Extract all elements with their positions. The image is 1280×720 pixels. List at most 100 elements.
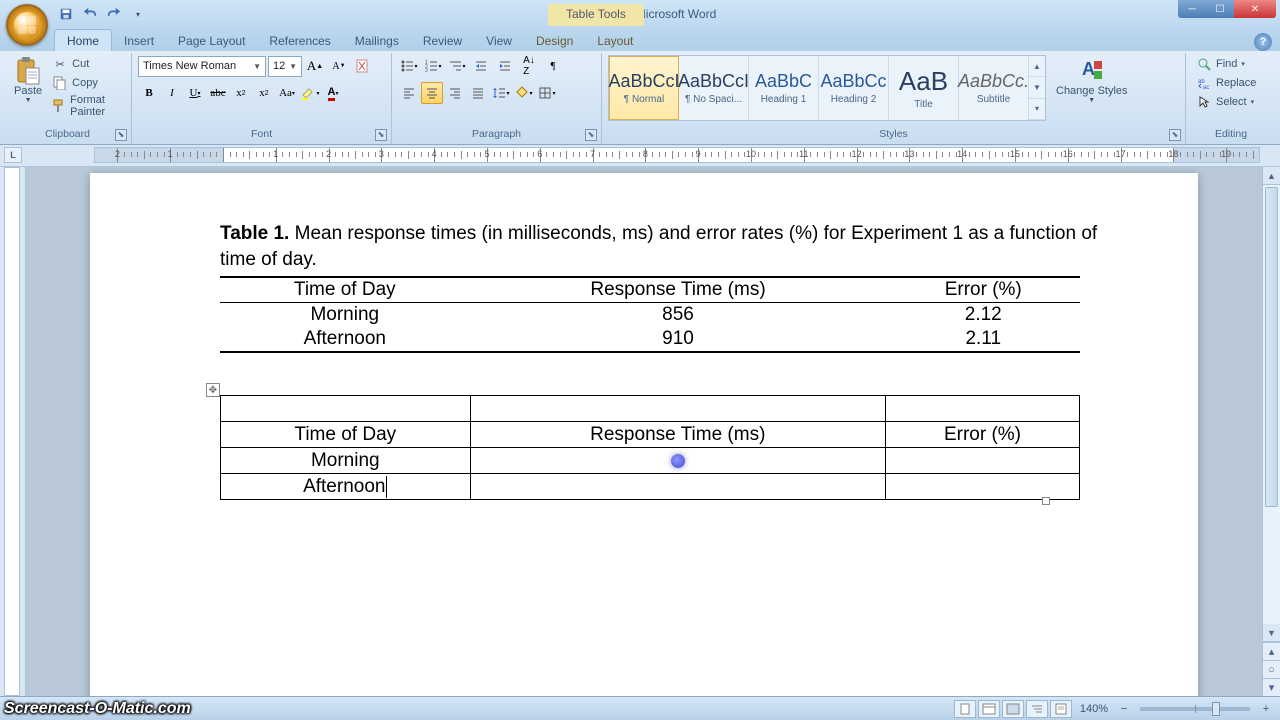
qat-more-icon[interactable]: ▾ (128, 4, 148, 24)
tab-design[interactable]: Design (524, 30, 585, 51)
t1-header[interactable]: Response Time (ms) (470, 277, 887, 303)
draft-view[interactable] (1050, 700, 1072, 718)
format-painter-button[interactable]: Format Painter (48, 93, 125, 119)
paragraph-label: Paragraph (472, 128, 521, 140)
horizontal-ruler[interactable]: L 2112345678910111213141516171819 (0, 145, 1280, 167)
save-icon[interactable] (56, 4, 76, 24)
tab-view[interactable]: View (474, 30, 524, 51)
select-button[interactable]: Select ▾ (1192, 93, 1260, 111)
tab-page-layout[interactable]: Page Layout (166, 30, 257, 51)
font-name-combo[interactable]: Times New Roman▼ (138, 56, 266, 77)
t1-header[interactable]: Time of Day (220, 277, 470, 303)
close-button[interactable]: ✕ (1234, 0, 1276, 18)
zoom-in-button[interactable]: + (1258, 703, 1274, 715)
t1-header[interactable]: Error (%) (886, 277, 1080, 303)
shrink-font-button[interactable]: A▼ (328, 55, 350, 77)
tab-insert[interactable]: Insert (112, 30, 166, 51)
decrease-indent-button[interactable] (470, 55, 492, 77)
line-spacing-button[interactable]: ▾ (490, 82, 512, 104)
next-page-button[interactable]: ▾ (1263, 678, 1280, 696)
maximize-button[interactable]: ☐ (1206, 0, 1234, 18)
redo-icon[interactable] (104, 4, 124, 24)
vertical-ruler[interactable] (0, 167, 26, 696)
style-normal[interactable]: AaBbCcI¶ Normal (609, 56, 679, 120)
numbering-button[interactable]: 123▾ (422, 55, 444, 77)
borders-button[interactable]: ▾ (536, 82, 558, 104)
quick-access-toolbar: ▾ (56, 4, 148, 24)
minimize-button[interactable]: ─ (1178, 0, 1206, 18)
clipboard-launcher[interactable]: ⬊ (115, 129, 127, 141)
table-1[interactable]: Time of Day Response Time (ms) Error (%)… (220, 276, 1080, 353)
style-subtitle[interactable]: AaBbCc.Subtitle (959, 56, 1029, 120)
copy-button[interactable]: Copy (48, 74, 125, 92)
clear-formatting-button[interactable] (352, 55, 374, 77)
style-heading1[interactable]: AaBbCHeading 1 (749, 56, 819, 120)
help-button[interactable]: ? (1254, 33, 1272, 51)
grow-font-button[interactable]: A▲ (304, 55, 326, 77)
tab-layout[interactable]: Layout (585, 30, 645, 51)
zoom-level[interactable]: 140% (1080, 703, 1108, 715)
office-button[interactable] (6, 4, 48, 46)
underline-button[interactable]: U▾ (184, 82, 206, 104)
tab-review[interactable]: Review (411, 30, 474, 51)
superscript-button[interactable]: x2 (253, 82, 275, 104)
contextual-tools-label: Table Tools (470, 7, 1280, 21)
justify-button[interactable] (467, 82, 489, 104)
sort-button[interactable]: A↓Z (518, 55, 540, 77)
style-title[interactable]: AaBTitle (889, 56, 959, 120)
paste-button[interactable]: Paste ▼ (10, 55, 46, 106)
style-no-spacing[interactable]: AaBbCcI¶ No Spaci... (679, 56, 749, 120)
show-marks-button[interactable]: ¶ (542, 55, 564, 77)
table-move-handle[interactable]: ✥ (206, 383, 220, 397)
prev-page-button[interactable]: ▴ (1263, 642, 1280, 660)
tab-references[interactable]: References (257, 30, 342, 51)
bullets-button[interactable]: ▾ (398, 55, 420, 77)
svg-text:ac: ac (1203, 85, 1209, 90)
italic-button[interactable]: I (161, 82, 183, 104)
table-caption[interactable]: Table 1. Mean response times (in millise… (220, 221, 1108, 272)
print-layout-view[interactable] (954, 700, 976, 718)
change-case-button[interactable]: Aa▾ (276, 82, 298, 104)
undo-icon[interactable] (80, 4, 100, 24)
align-right-button[interactable] (444, 82, 466, 104)
font-color-button[interactable]: A▾ (322, 82, 344, 104)
zoom-out-button[interactable]: − (1116, 703, 1132, 715)
scroll-thumb[interactable] (1265, 187, 1278, 507)
page: Table 1. Mean response times (in millise… (90, 173, 1198, 696)
replace-button[interactable]: abacReplace (1192, 74, 1260, 92)
tab-home[interactable]: Home (54, 29, 112, 51)
cut-icon: ✂ (52, 56, 68, 72)
increase-indent-button[interactable] (494, 55, 516, 77)
web-layout-view[interactable] (1002, 700, 1024, 718)
bold-button[interactable]: B (138, 82, 160, 104)
full-screen-view[interactable] (978, 700, 1000, 718)
tab-mailings[interactable]: Mailings (343, 30, 411, 51)
styles-launcher[interactable]: ⬊ (1169, 129, 1181, 141)
browse-object-button[interactable]: ○ (1263, 660, 1280, 678)
strikethrough-button[interactable]: abc (207, 82, 229, 104)
paragraph-launcher[interactable]: ⬊ (585, 129, 597, 141)
align-center-button[interactable] (421, 82, 443, 104)
title-bar: ▾ Document1 - Microsoft Word Table Tools… (0, 0, 1280, 28)
highlight-button[interactable]: ▾ (299, 82, 321, 104)
font-size-combo[interactable]: 12▼ (268, 56, 302, 77)
scroll-up-button[interactable]: ▲ (1263, 167, 1280, 185)
change-styles-button[interactable]: A Change Styles▼ (1052, 55, 1132, 106)
zoom-slider[interactable] (1140, 707, 1250, 711)
subscript-button[interactable]: x2 (230, 82, 252, 104)
table-2[interactable]: Time of DayResponse Time (ms)Error (%) M… (220, 395, 1080, 500)
styles-gallery[interactable]: AaBbCcI¶ Normal AaBbCcI¶ No Spaci... AaB… (608, 55, 1046, 121)
scroll-down-button[interactable]: ▼ (1263, 624, 1280, 642)
styles-scroll[interactable]: ▲▼▾ (1029, 56, 1045, 120)
vertical-scrollbar[interactable]: ▲ ▼ ▴ ○ ▾ (1262, 167, 1280, 696)
outline-view[interactable] (1026, 700, 1048, 718)
cut-button[interactable]: ✂Cut (48, 55, 125, 73)
document-viewport[interactable]: Table 1. Mean response times (in millise… (26, 167, 1262, 696)
multilevel-list-button[interactable]: ▾ (446, 55, 468, 77)
tab-selector[interactable]: L (4, 147, 22, 163)
align-left-button[interactable] (398, 82, 420, 104)
style-heading2[interactable]: AaBbCcHeading 2 (819, 56, 889, 120)
find-button[interactable]: Find ▾ (1192, 55, 1260, 73)
shading-button[interactable]: ▾ (513, 82, 535, 104)
font-launcher[interactable]: ⬊ (375, 129, 387, 141)
